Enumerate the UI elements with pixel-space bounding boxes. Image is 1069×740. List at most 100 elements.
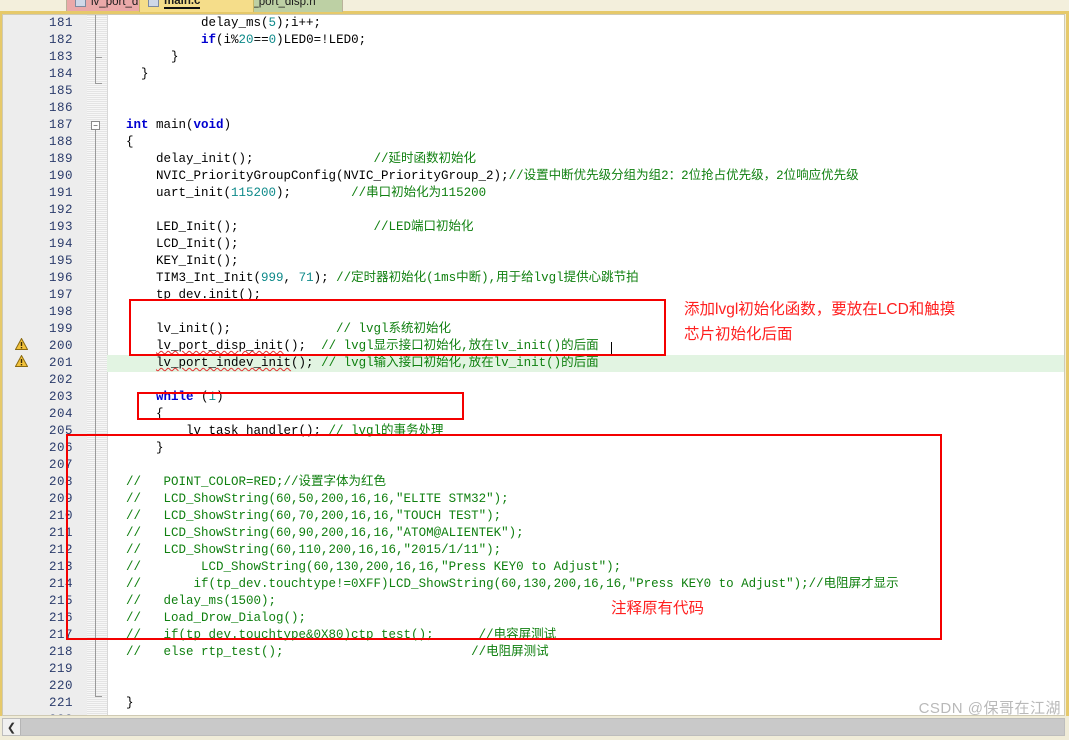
ide-window: lv_port_disp.c lv_port_disp.h main.c − 1…	[0, 0, 1069, 740]
code-line[interactable]: 204 {	[3, 406, 1064, 423]
code-line[interactable]: 191 uart_init(115200); //串口初始化为115200	[3, 185, 1064, 202]
line-number: 186	[48, 101, 73, 115]
line-number: 191	[48, 186, 73, 200]
line-text: // LCD_ShowString(60,130,200,16,16,"Pres…	[126, 560, 622, 574]
line-number: 218	[48, 645, 73, 659]
line-text: int main(void)	[126, 118, 232, 132]
line-text: // POINT_COLOR=RED;//设置字体为红色	[126, 475, 387, 489]
code-line[interactable]: 221 }	[3, 695, 1064, 712]
line-number: 204	[48, 407, 73, 421]
line-number: 200	[48, 339, 73, 353]
line-number: 199	[48, 322, 73, 336]
line-text: if(i%20==0)LED0=!LED0;	[201, 33, 367, 47]
line-number: 216	[48, 611, 73, 625]
line-number: 208	[48, 475, 73, 489]
code-line[interactable]: 192	[3, 202, 1064, 219]
line-text: // LCD_ShowString(60,110,200,16,16,"2015…	[126, 543, 502, 557]
text-caret	[611, 342, 612, 356]
line-text: // if(tp_dev.touchtype&0X80)ctp_test(); …	[126, 628, 557, 642]
code-line[interactable]: 187 int main(void)	[3, 117, 1064, 134]
code-line[interactable]: 216 // Load_Drow_Dialog();	[3, 610, 1064, 627]
line-text: NVIC_PriorityGroupConfig(NVIC_PriorityGr…	[111, 169, 859, 183]
code-line[interactable]: 209 // LCD_ShowString(60,50,200,16,16,"E…	[3, 491, 1064, 508]
line-number: 193	[48, 220, 73, 234]
code-line[interactable]: 185	[3, 83, 1064, 100]
code-line[interactable]: 220	[3, 678, 1064, 695]
line-number: 194	[48, 237, 73, 251]
code-line[interactable]: 218 // else rtp_test(); //电阻屏测试	[3, 644, 1064, 661]
line-text: delay_ms(5);i++;	[111, 16, 322, 30]
scrollbar-thumb[interactable]	[21, 719, 1064, 735]
code-line[interactable]: 211 // LCD_ShowString(60,90,200,16,16,"A…	[3, 525, 1064, 542]
code-line[interactable]: 212 // LCD_ShowString(60,110,200,16,16,"…	[3, 542, 1064, 559]
horizontal-scrollbar[interactable]: ❮	[2, 718, 1065, 736]
code-line[interactable]: 186	[3, 100, 1064, 117]
line-number: 182	[48, 33, 73, 47]
line-text: lv_init(); // lvgl系统初始化	[111, 322, 452, 336]
code-line[interactable]: 182 if(i%20==0)LED0=!LED0;	[3, 32, 1064, 49]
line-text: KEY_Init();	[111, 254, 239, 268]
annotation-lvgl-init: 添加lvgl初始化函数，要放在LCD和触摸	[684, 301, 956, 318]
code-line[interactable]: 215 // delay_ms(1500);	[3, 593, 1064, 610]
code-editor[interactable]: − 181 delay_ms(5);i++; 182 if(i%20==0)LED…	[2, 14, 1065, 716]
line-number: 222	[3, 712, 73, 715]
code-line[interactable]: 213 // LCD_ShowString(60,130,200,16,16,"…	[3, 559, 1064, 576]
code-line[interactable]: 210 // LCD_ShowString(60,70,200,16,16,"T…	[3, 508, 1064, 525]
line-number: 195	[48, 254, 73, 268]
code-line[interactable]: 222	[3, 712, 1064, 715]
code-line[interactable]: 207	[3, 457, 1064, 474]
code-line[interactable]: 181 delay_ms(5);i++;	[3, 15, 1064, 32]
code-line[interactable]: 219	[3, 661, 1064, 678]
line-number: 206	[48, 441, 73, 455]
line-number: 192	[48, 203, 73, 217]
line-number: 205	[48, 424, 73, 438]
code-line[interactable]: 196 TIM3_Int_Init(999, 71); //定时器初始化(1ms…	[3, 270, 1064, 287]
code-line[interactable]: 199 lv_init(); // lvgl系统初始化	[3, 321, 1064, 338]
line-text: {	[111, 135, 134, 149]
document-icon	[75, 0, 86, 7]
code-line[interactable]: 193 LED_Init(); //LED端口初始化	[3, 219, 1064, 236]
line-number: 181	[48, 16, 73, 30]
line-text: {	[111, 407, 164, 421]
line-number: 210	[48, 509, 73, 523]
line-text: }	[111, 67, 149, 81]
line-number: 189	[48, 152, 73, 166]
code-line[interactable]: 206 }	[3, 440, 1064, 457]
code-line[interactable]: 194 LCD_Init();	[3, 236, 1064, 253]
line-number: 187	[48, 118, 73, 132]
code-line[interactable]: 200 lv_port_disp_init(); // lvgl显示接口初始化,…	[3, 338, 1064, 355]
code-rows[interactable]: 181 delay_ms(5);i++; 182 if(i%20==0)LED0=…	[3, 15, 1064, 715]
line-number: 221	[48, 696, 73, 710]
line-text: }	[111, 50, 179, 64]
line-number: 215	[48, 594, 73, 608]
code-line[interactable]: 190 NVIC_PriorityGroupConfig(NVIC_Priori…	[3, 168, 1064, 185]
document-icon	[148, 0, 159, 7]
code-line[interactable]: 188 {	[3, 134, 1064, 151]
code-line[interactable]: 189 delay_init(); //延时函数初始化	[3, 151, 1064, 168]
line-number: 207	[48, 458, 73, 472]
code-line[interactable]: 183 }	[3, 49, 1064, 66]
line-number: 188	[48, 135, 73, 149]
code-line[interactable]: 184 }	[3, 66, 1064, 83]
code-line[interactable]: 202	[3, 372, 1064, 389]
code-line[interactable]: 201 lv_port_indev_init(); // lvgl输入接口初始化…	[3, 355, 1064, 372]
code-line[interactable]: 203 while (1)	[3, 389, 1064, 406]
code-line[interactable]: 195 KEY_Init();	[3, 253, 1064, 270]
line-text: lv_task_handler(); // lvgl的事务处理	[111, 424, 444, 438]
tab-label: main.c	[164, 0, 201, 9]
tab-label: lv_port_disp.h	[244, 0, 316, 8]
line-text: // delay_ms(1500);	[126, 594, 277, 608]
tab-main-c[interactable]: main.c	[139, 0, 254, 12]
code-line[interactable]: 217 // if(tp_dev.touchtype&0X80)ctp_test…	[3, 627, 1064, 644]
annotation-lvgl-init-line2: 芯片初始化后面	[684, 326, 793, 343]
line-number: 214	[48, 577, 73, 591]
code-line[interactable]: 208 // POINT_COLOR=RED;//设置字体为红色	[3, 474, 1064, 491]
code-line[interactable]: 214 // if(tp_dev.touchtype!=0XFF)LCD_Sho…	[3, 576, 1064, 593]
line-number: 185	[48, 84, 73, 98]
line-text: lv_port_indev_init(); // lvgl输入接口初始化,放在l…	[156, 356, 599, 370]
line-number: 220	[48, 679, 73, 693]
line-text: // if(tp_dev.touchtype!=0XFF)LCD_ShowStr…	[126, 577, 899, 591]
line-number: 198	[48, 305, 73, 319]
code-line[interactable]: 205 lv_task_handler(); // lvgl的事务处理	[3, 423, 1064, 440]
scroll-left-arrow-icon[interactable]: ❮	[3, 719, 21, 735]
